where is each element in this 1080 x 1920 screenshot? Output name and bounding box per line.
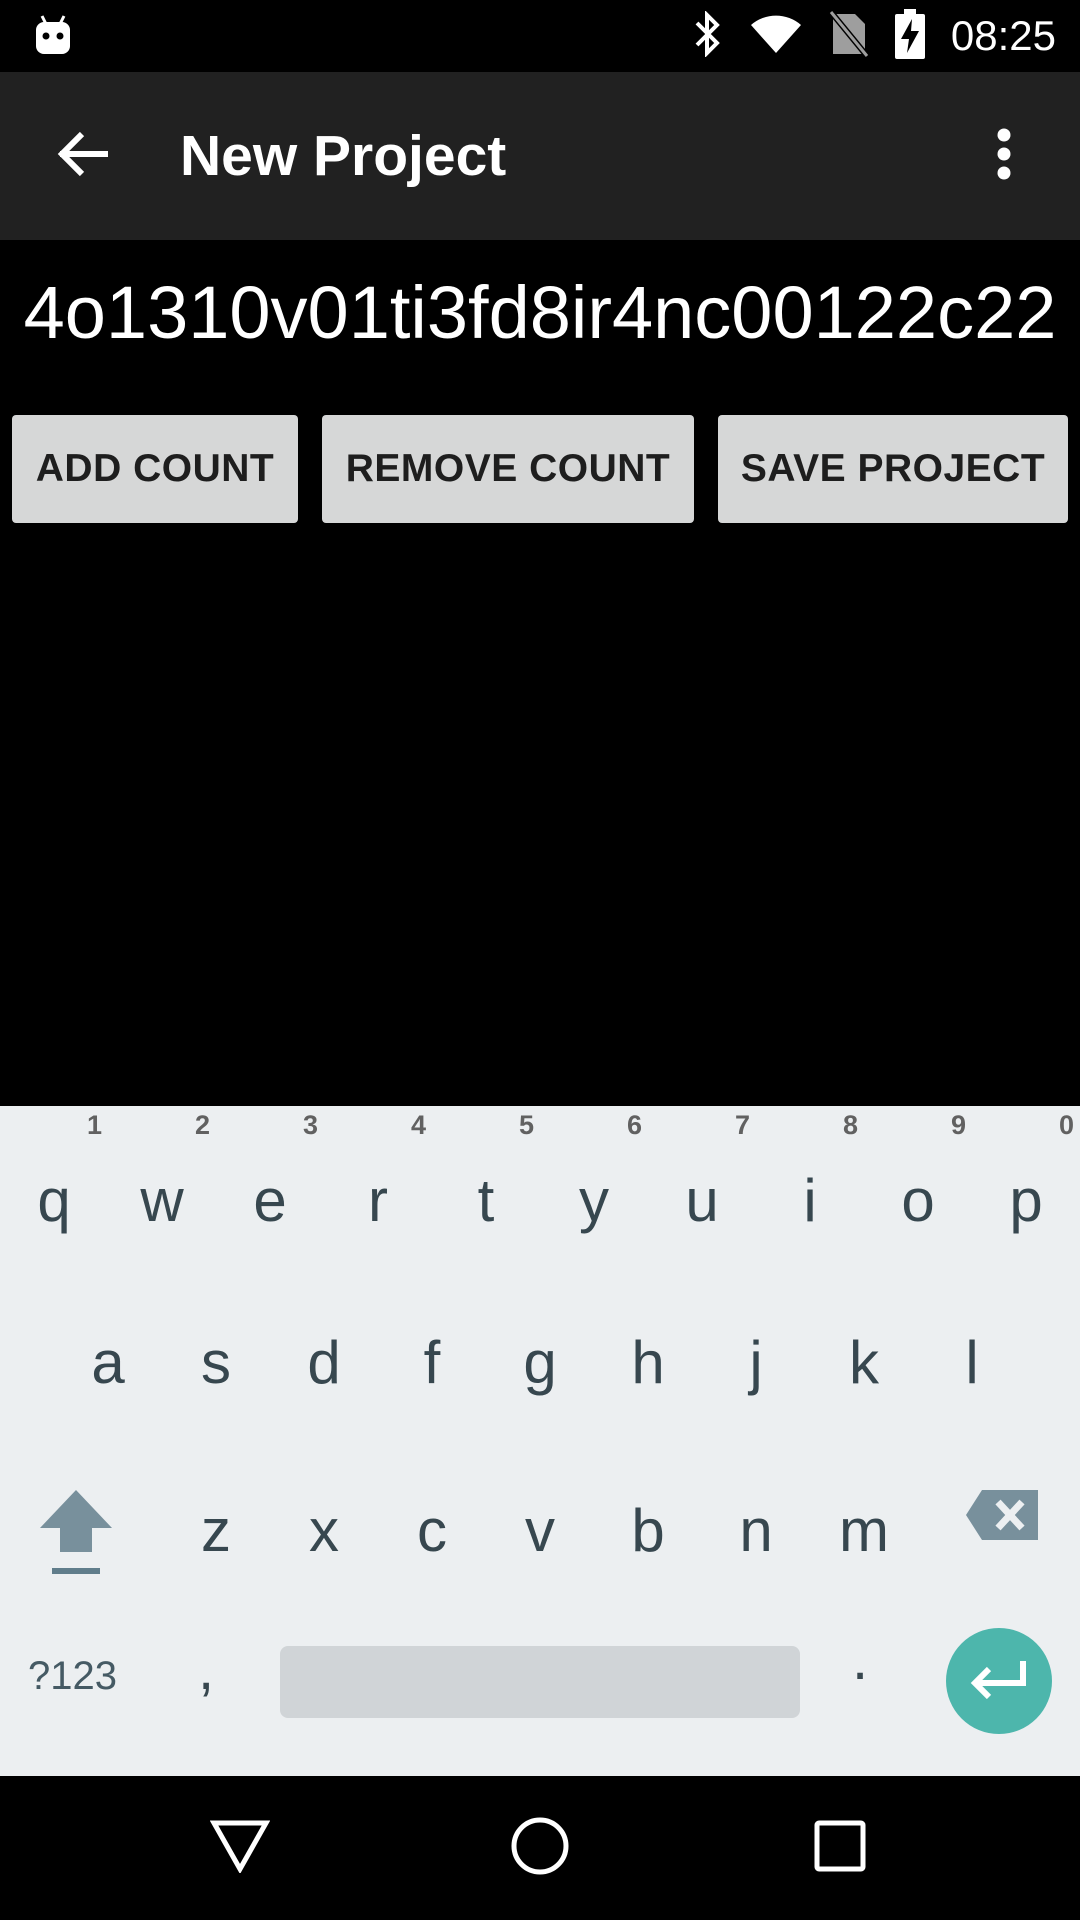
key-w[interactable]: 2w xyxy=(108,1110,216,1235)
key-t[interactable]: 5t xyxy=(432,1110,540,1235)
key-label: u xyxy=(685,1167,719,1234)
key-label: r xyxy=(368,1167,388,1234)
nav-home-button[interactable] xyxy=(490,1798,590,1898)
key-hint: 7 xyxy=(734,1110,750,1140)
shift-key[interactable] xyxy=(38,1486,114,1583)
project-id-text: 4o1310v01ti3fd8ir4nc00122c22 xyxy=(23,271,1057,354)
delete-key[interactable] xyxy=(966,1488,1040,1547)
remove-count-button[interactable]: REMOVE COUNT xyxy=(322,415,694,523)
key-m[interactable]: m xyxy=(810,1496,918,1565)
key-p[interactable]: 0p xyxy=(972,1110,1080,1235)
no-sim-icon xyxy=(828,9,870,63)
enter-arrow-icon xyxy=(969,1659,1029,1704)
space-key[interactable] xyxy=(280,1646,800,1718)
key-label: q xyxy=(37,1167,71,1234)
key-j[interactable]: j xyxy=(702,1328,810,1397)
key-s[interactable]: s xyxy=(162,1328,270,1397)
action-buttons: ADD COUNT REMOVE COUNT SAVE PROJECT xyxy=(0,415,1080,523)
app-bar: New Project xyxy=(0,72,1080,240)
key-hint: 4 xyxy=(410,1110,426,1140)
back-button[interactable] xyxy=(40,112,128,200)
key-q[interactable]: 1q xyxy=(0,1110,108,1235)
bluetooth-icon xyxy=(693,9,723,62)
battery-charging-icon xyxy=(894,8,925,64)
back-triangle-icon xyxy=(209,1819,271,1878)
period-key[interactable]: . xyxy=(852,1626,868,1693)
screen: 08:25 New Project 4o1310v01ti3fd8ir4nc00… xyxy=(0,0,1080,1920)
key-label: i xyxy=(803,1167,817,1234)
soft-keyboard: 1q 2w 3e 4r 5t 6y 7u 8i 9o 0p a s d f g … xyxy=(0,1106,1080,1776)
backspace-icon xyxy=(966,1490,1040,1546)
key-e[interactable]: 3e xyxy=(216,1110,324,1235)
add-count-button[interactable]: ADD COUNT xyxy=(12,415,298,523)
key-label: y xyxy=(579,1167,609,1234)
key-a[interactable]: a xyxy=(54,1328,162,1397)
nav-back-button[interactable] xyxy=(190,1798,290,1898)
enter-key[interactable] xyxy=(946,1628,1052,1734)
status-icons: 08:25 xyxy=(693,0,1056,72)
save-project-button[interactable]: SAVE PROJECT xyxy=(718,415,1068,523)
key-i[interactable]: 8i xyxy=(756,1110,864,1235)
key-o[interactable]: 9o xyxy=(864,1110,972,1235)
key-b[interactable]: b xyxy=(594,1496,702,1565)
navigation-bar xyxy=(0,1776,1080,1920)
nav-recents-button[interactable] xyxy=(790,1798,890,1898)
key-hint: 6 xyxy=(626,1110,642,1140)
wifi-icon xyxy=(749,13,803,60)
status-clock: 08:25 xyxy=(950,12,1056,59)
home-circle-icon xyxy=(510,1816,570,1881)
key-hint: 8 xyxy=(842,1110,858,1140)
key-label: o xyxy=(901,1167,935,1234)
comma-key[interactable]: , xyxy=(198,1636,214,1703)
android-notification-icon xyxy=(34,14,72,61)
key-u[interactable]: 7u xyxy=(648,1110,756,1235)
more-vert-icon xyxy=(996,128,1012,185)
overflow-menu-button[interactable] xyxy=(960,112,1048,200)
key-r[interactable]: 4r xyxy=(324,1110,432,1235)
key-k[interactable]: k xyxy=(810,1328,918,1397)
key-l[interactable]: l xyxy=(918,1328,1026,1397)
key-hint: 5 xyxy=(518,1110,534,1140)
key-z[interactable]: z xyxy=(162,1496,270,1565)
key-g[interactable]: g xyxy=(486,1328,594,1397)
key-n[interactable]: n xyxy=(702,1496,810,1565)
key-label: e xyxy=(253,1167,287,1234)
key-hint: 2 xyxy=(194,1110,210,1140)
recents-square-icon xyxy=(814,1820,866,1877)
key-x[interactable]: x xyxy=(270,1496,378,1565)
status-bar: 08:25 xyxy=(0,0,1080,72)
key-h[interactable]: h xyxy=(594,1328,702,1397)
key-f[interactable]: f xyxy=(378,1328,486,1397)
key-y[interactable]: 6y xyxy=(540,1110,648,1235)
symbols-key[interactable]: ?123 xyxy=(28,1654,117,1699)
key-label: w xyxy=(140,1167,184,1234)
key-hint: 0 xyxy=(1058,1110,1074,1140)
key-v[interactable]: v xyxy=(486,1496,594,1565)
arrow-back-icon xyxy=(56,130,112,183)
key-hint: 3 xyxy=(302,1110,318,1140)
page-title: New Project xyxy=(180,124,507,188)
key-d[interactable]: d xyxy=(270,1328,378,1397)
key-c[interactable]: c xyxy=(378,1496,486,1565)
key-hint: 9 xyxy=(950,1110,966,1140)
key-hint: 1 xyxy=(86,1110,102,1140)
shift-arrow-icon xyxy=(38,1490,114,1582)
key-label: p xyxy=(1009,1167,1043,1234)
key-label: t xyxy=(477,1167,495,1234)
